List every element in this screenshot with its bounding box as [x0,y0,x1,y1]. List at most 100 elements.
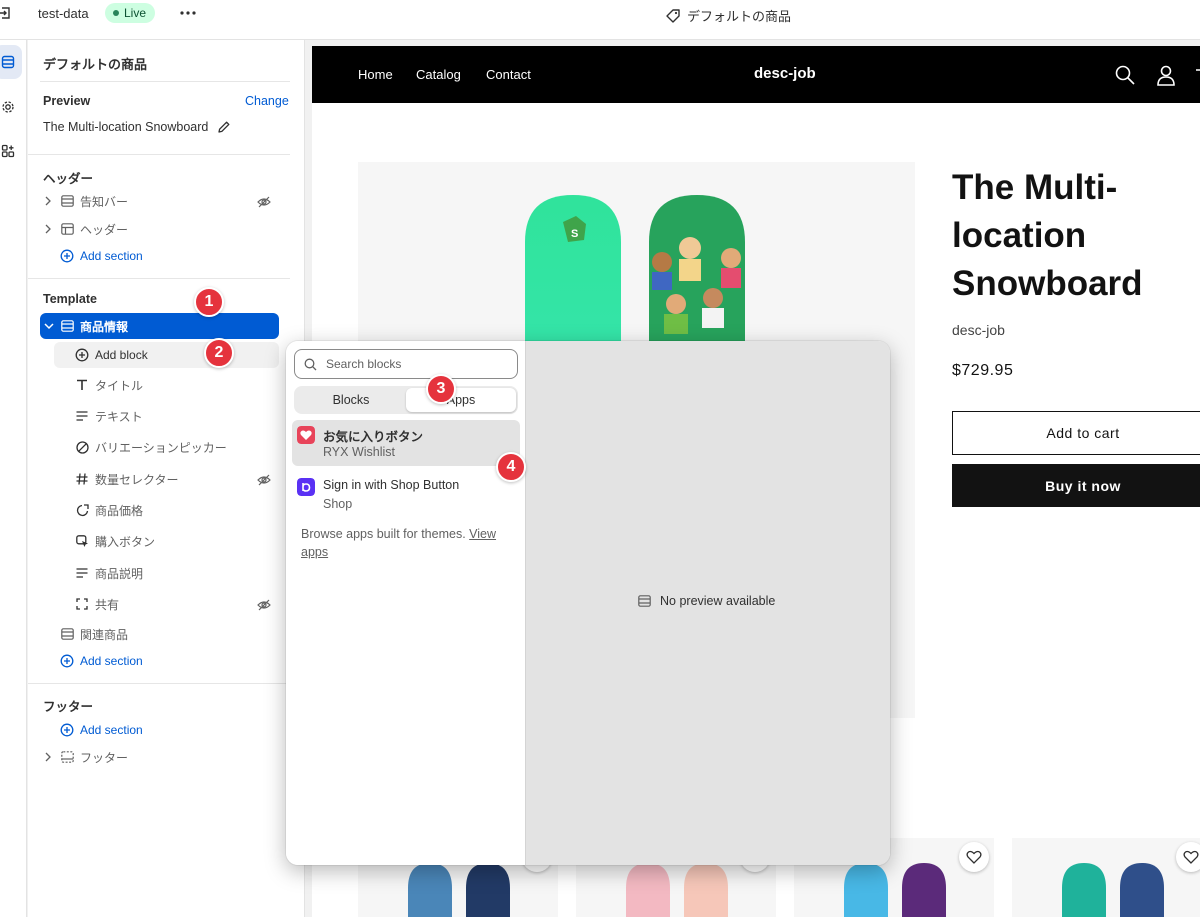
snowboard-thumbnail [1062,863,1164,917]
search-icon[interactable] [1114,64,1136,86]
block-price[interactable]: 商品価格 [75,499,143,521]
product-vendor: desc-job [952,322,1005,338]
title-icon [75,378,89,392]
section-announcement-bar[interactable]: 告知バー [42,190,128,212]
block-label: 購入ボタン [95,534,156,549]
cursor-click-icon [75,534,89,548]
browse-apps-text: Browse apps built for themes. [301,527,466,541]
section-layout-icon [60,194,74,208]
section-label: フッター [80,750,129,765]
template-group-heading: Template [43,292,97,306]
eye-off-icon[interactable] [257,598,271,612]
wishlist-heart-button[interactable] [959,842,989,872]
rail-apps-button[interactable] [0,134,22,168]
store-logo[interactable]: desc-job [754,65,816,82]
heart-icon [1183,850,1199,864]
block-variant-picker[interactable]: バリエーションピッカー [75,436,227,458]
panel-divider [28,154,290,155]
section-footer[interactable]: フッター [42,746,128,768]
tab-apps[interactable]: Apps [406,388,516,412]
section-label: 関連商品 [80,627,129,642]
block-share[interactable]: 共有 [75,593,119,615]
section-related-products[interactable]: 関連商品 [60,623,128,645]
sections-icon [1,55,15,69]
price-tag-icon [75,503,89,517]
search-blocks-field[interactable] [294,349,518,379]
block-title[interactable]: タイトル [75,374,143,396]
preview-heading: Preview [43,94,91,108]
wishlist-heart-button[interactable] [1176,842,1200,872]
sections-panel: デフォルトの商品 Preview Change The Multi-locati… [28,40,305,917]
footer-group-heading: フッター [43,700,94,714]
buy-it-now-button[interactable]: Buy it now [952,464,1200,507]
section-layout-icon [61,320,74,332]
plus-circle-icon [75,348,89,362]
chevron-right-icon[interactable] [42,224,54,234]
app-block-name: お気に入りボタン [323,430,424,444]
cart-icon[interactable] [1194,64,1200,86]
template-title: デフォルトの商品 [687,9,792,24]
eye-off-icon[interactable] [257,195,271,209]
shop-app-icon [297,478,315,496]
panel-title: デフォルトの商品 [43,57,148,72]
header-layout-icon [60,222,74,236]
block-quantity-selector[interactable]: 数量セレクター [75,468,179,490]
add-block-button[interactable]: Add block [54,342,279,368]
tab-blocks[interactable]: Blocks [296,388,406,412]
exit-icon[interactable] [0,5,14,21]
block-description[interactable]: 商品説明 [75,562,143,584]
add-block-popover: Blocks Apps お気に入りボタン RYX Wishlist Sign i… [286,341,890,865]
product-title: The Multi-location Snowboard [952,168,1143,303]
add-section-header-link[interactable]: Add section [60,246,143,266]
search-blocks-input[interactable] [326,357,506,371]
app-vendor-name: RYX Wishlist [323,445,396,459]
rail-settings-button[interactable] [0,90,22,124]
template-selector[interactable]: デフォルトの商品 [665,6,791,25]
chevron-right-icon[interactable] [42,752,54,762]
selected-section-label: 商品情報 [80,319,129,334]
shopify-logo-text: S [571,228,578,240]
app-block-name: Sign in with Shop Button [323,478,460,492]
wishlist-app-icon [297,426,315,444]
live-dot-icon [113,10,119,16]
add-section-template-link[interactable]: Add section [60,651,143,671]
nav-contact-link[interactable]: Contact [486,67,531,82]
product-price: $729.95 [952,362,1014,379]
heart-icon [966,850,982,864]
related-product-card[interactable] [1012,838,1200,917]
chevron-down-icon[interactable] [43,321,55,331]
live-status-badge: Live [105,3,156,23]
pencil-icon[interactable] [217,120,231,134]
section-layout-icon [638,595,651,607]
rail-sections-button[interactable] [0,45,22,79]
plus-circle-icon [60,723,74,737]
preview-product: The Multi-location Snowboard [43,120,231,134]
app-block-wishlist-button[interactable]: お気に入りボタン RYX Wishlist [292,420,520,466]
nav-home-link[interactable]: Home [358,67,393,82]
add-section-label: Add section [80,723,143,737]
block-label: 商品説明 [95,566,144,581]
store-name[interactable]: test-data [38,6,89,21]
block-preview-pane: No preview available [525,341,890,865]
gear-icon [2,101,14,113]
plus-circle-icon [60,249,74,263]
section-header[interactable]: ヘッダー [42,218,128,240]
section-product-information[interactable]: 商品情報 [40,313,279,339]
editor-icon-rail [0,40,27,917]
block-label: 商品価格 [95,503,144,518]
eye-off-icon[interactable] [257,473,271,487]
add-section-footer-link[interactable]: Add section [60,720,143,740]
block-buy-buttons[interactable]: 購入ボタン [75,530,155,552]
app-block-shop-sign-in[interactable]: Sign in with Shop Button Shop [292,472,520,518]
quantity-icon [75,472,89,486]
add-to-cart-button[interactable]: Add to cart [952,411,1200,455]
block-text[interactable]: テキスト [75,405,143,427]
chevron-right-icon[interactable] [42,196,54,206]
store-header: Home Catalog Contact desc-job [312,46,1200,103]
more-actions-icon[interactable] [178,2,198,22]
plus-circle-icon [60,654,74,668]
footer-layout-icon [60,750,74,764]
nav-catalog-link[interactable]: Catalog [416,67,461,82]
account-icon[interactable] [1155,64,1177,86]
change-preview-link[interactable]: Change [245,94,289,108]
